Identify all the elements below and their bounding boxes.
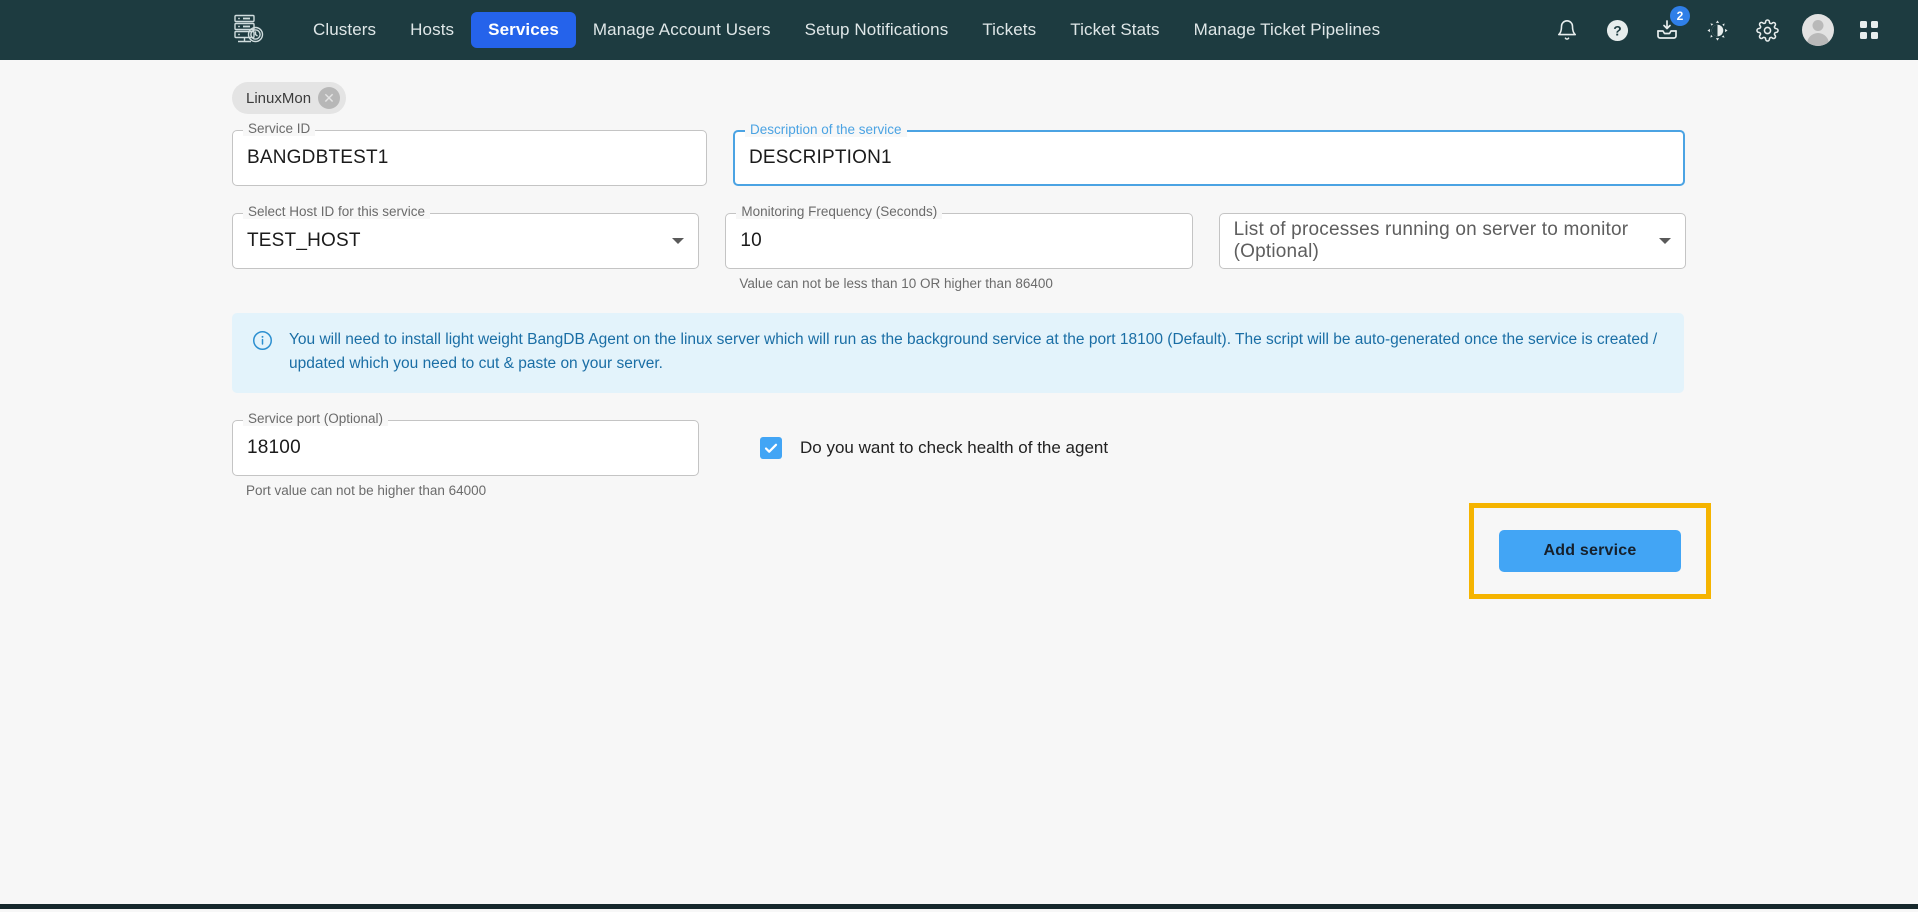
nav-item-manage-account-users[interactable]: Manage Account Users: [576, 12, 788, 48]
nav-item-services[interactable]: Services: [471, 12, 576, 48]
page-body: LinuxMon ✕ Service ID BANGDBTEST1 Descri…: [0, 60, 1918, 909]
description-value: DESCRIPTION1: [749, 147, 892, 168]
service-id-value: BANGDBTEST1: [247, 147, 389, 168]
top-navbar: Clusters Hosts Services Manage Account U…: [0, 0, 1918, 60]
help-circle-icon[interactable]: ?: [1602, 15, 1632, 45]
inbox-download-icon[interactable]: 2: [1652, 6, 1690, 45]
chip-label: LinuxMon: [246, 89, 312, 107]
bell-icon[interactable]: [1552, 15, 1582, 45]
close-icon[interactable]: ✕: [318, 87, 341, 109]
host-select[interactable]: Select Host ID for this service TEST_HOS…: [232, 205, 700, 269]
form-row-2: Select Host ID for this service TEST_HOS…: [232, 205, 1686, 291]
service-id-field[interactable]: Service ID BANGDBTEST1: [232, 122, 707, 186]
nav-item-clusters[interactable]: Clusters: [296, 12, 393, 48]
agent-info-text: You will need to install light weight Ba…: [289, 331, 1658, 373]
gear-icon[interactable]: [1752, 15, 1782, 45]
monitoring-frequency-helper: Value can not be less than 10 OR higher …: [739, 276, 1053, 291]
add-service-button[interactable]: Add service: [1499, 530, 1681, 572]
service-port-value: 18100: [247, 437, 301, 459]
bottom-strip: [0, 904, 1918, 909]
apps-grid-icon[interactable]: [1854, 15, 1884, 45]
service-port-wrap: Service port (Optional) 18100 Port value…: [232, 412, 699, 499]
health-check-label: Do you want to check health of the agent: [800, 438, 1109, 458]
description-field[interactable]: Description of the service DESCRIPTION1: [733, 123, 1685, 186]
navbar-actions: ? 2: [1552, 6, 1892, 46]
svg-text:?: ?: [1613, 22, 1621, 38]
process-select[interactable]: List of processes running on server to m…: [1218, 213, 1686, 269]
checkbox-checked-icon[interactable]: [760, 437, 782, 460]
inbox-badge: 2: [1670, 6, 1690, 26]
dark-mode-icon[interactable]: [1702, 15, 1732, 45]
nav-item-hosts[interactable]: Hosts: [393, 12, 471, 48]
chevron-down-icon[interactable]: [1659, 238, 1671, 244]
nav-items: Clusters Hosts Services Manage Account U…: [296, 12, 1397, 48]
form-row-1: Service ID BANGDBTEST1 Description of th…: [232, 122, 1686, 186]
description-label: Description of the service: [745, 123, 907, 137]
health-check-checkbox[interactable]: Do you want to check health of the agent: [760, 420, 1108, 476]
chip-row: LinuxMon ✕: [232, 82, 1686, 114]
chevron-down-icon[interactable]: [672, 238, 685, 244]
agent-info-banner: You will need to install light weight Ba…: [232, 313, 1684, 394]
host-select-label: Select Host ID for this service: [243, 205, 431, 219]
monitoring-frequency-label: Monitoring Frequency (Seconds): [736, 205, 943, 219]
process-select-placeholder: List of processes running on server to m…: [1233, 219, 1629, 262]
nav-item-setup-notifications[interactable]: Setup Notifications: [788, 12, 966, 48]
service-form: LinuxMon ✕ Service ID BANGDBTEST1 Descri…: [0, 60, 1918, 498]
nav-item-ticket-stats[interactable]: Ticket Stats: [1053, 12, 1176, 48]
service-type-chip[interactable]: LinuxMon ✕: [232, 82, 347, 114]
avatar[interactable]: [1802, 14, 1834, 46]
info-circle-icon: [252, 330, 273, 356]
frequency-wrap: Monitoring Frequency (Seconds) 10 Value …: [725, 205, 1193, 291]
nav-item-manage-ticket-pipelines[interactable]: Manage Ticket Pipelines: [1177, 12, 1398, 48]
nav-item-tickets[interactable]: Tickets: [965, 12, 1053, 48]
service-port-helper: Port value can not be higher than 64000: [246, 483, 487, 499]
service-id-label: Service ID: [243, 122, 316, 136]
host-select-value: TEST_HOST: [247, 230, 361, 251]
form-row-3: Service port (Optional) 18100 Port value…: [232, 412, 1686, 499]
monitoring-frequency-value: 10: [740, 230, 762, 251]
add-service-highlight: Add service: [1469, 503, 1711, 599]
service-port-field[interactable]: Service port (Optional) 18100: [232, 412, 699, 477]
server-rack-gauge-logo[interactable]: [228, 10, 268, 50]
service-port-label: Service port (Optional): [243, 412, 389, 426]
monitoring-frequency-field[interactable]: Monitoring Frequency (Seconds) 10: [725, 205, 1193, 269]
